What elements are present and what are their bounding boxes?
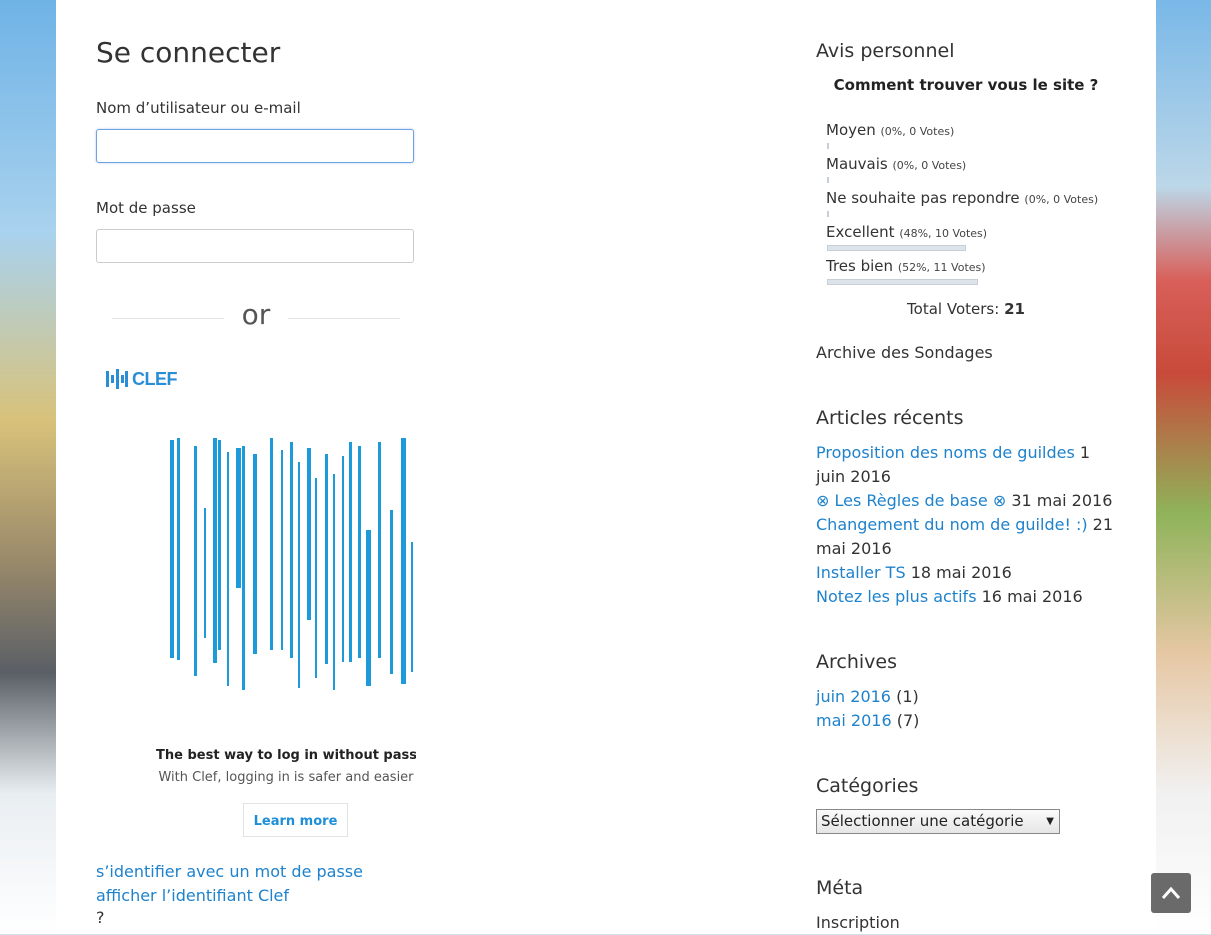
clef-barcode-icon[interactable] <box>170 438 416 690</box>
dropdown-arrow-icon: ▼ <box>1046 816 1054 827</box>
recent-posts-title: Articles récents <box>816 407 964 429</box>
list-item: mai 2016 (7) <box>816 709 1116 733</box>
recent-post-link[interactable]: Proposition des noms de guildes <box>816 443 1075 462</box>
poll-option-stats: (0%, 0 Votes) <box>880 125 955 138</box>
clef-bars-icon <box>106 369 128 389</box>
poll-bar <box>827 245 966 251</box>
poll-option: Moyen (0%, 0 Votes) <box>826 121 954 139</box>
or-divider: or <box>112 298 400 338</box>
poll-option-stats: (52%, 11 Votes) <box>897 261 986 274</box>
alt-login-question-mark: ? <box>96 908 105 927</box>
category-select-value: Sélectionner une catégorie <box>821 812 1024 830</box>
poll-option: Tres bien (52%, 11 Votes) <box>826 257 986 275</box>
poll-option-label: Moyen <box>826 121 876 139</box>
username-label: Nom d’utilisateur ou e-mail <box>96 99 301 117</box>
alt-login-link[interactable]: s’identifier avec un mot de passe affich… <box>96 860 416 908</box>
list-item: ⊗ Les Règles de base ⊗ 31 mai 2016 <box>816 489 1116 513</box>
archives-title: Archives <box>816 651 897 673</box>
recent-post-date: 16 mai 2016 <box>981 587 1083 606</box>
background-art-left <box>0 0 56 934</box>
clef-logo: CLEF <box>106 368 178 390</box>
list-item: Changement du nom de guilde! :) 21 mai 2… <box>816 513 1116 561</box>
poll-option-stats: (0%, 0 Votes) <box>892 159 967 172</box>
recent-post-link[interactable]: Changement du nom de guilde! :) <box>816 515 1088 534</box>
scroll-to-top-button[interactable] <box>1151 873 1191 913</box>
poll-bar <box>827 279 978 285</box>
poll-option-label: Tres bien <box>826 257 894 275</box>
recent-post-link[interactable]: Installer TS <box>816 563 906 582</box>
poll-option-label: Excellent <box>826 223 895 241</box>
poll-option: Excellent (48%, 10 Votes) <box>826 223 987 241</box>
category-select[interactable]: Sélectionner une catégorie ▼ <box>816 809 1060 834</box>
clef-headline: The best way to log in without passwor <box>156 748 416 763</box>
poll-option-stats: (0%, 0 Votes) <box>1024 193 1099 206</box>
archives-list: juin 2016 (1) mai 2016 (7) <box>816 685 1116 733</box>
poll-option-label: Ne souhaite pas repondre <box>826 189 1020 207</box>
categories-title: Catégories <box>816 775 919 797</box>
recent-post-link[interactable]: Notez les plus actifs <box>816 587 977 606</box>
archive-link[interactable]: mai 2016 <box>816 711 892 730</box>
poll-bar <box>827 143 829 149</box>
archive-count: (7) <box>896 711 920 730</box>
recent-post-date: 31 mai 2016 <box>1011 491 1113 510</box>
username-input[interactable] <box>96 129 414 163</box>
or-text: or <box>241 298 271 331</box>
learn-more-button[interactable]: Learn more <box>243 803 348 837</box>
meta-title: Méta <box>816 877 864 899</box>
poll-bar <box>827 211 829 217</box>
recent-post-link[interactable]: ⊗ Les Règles de base ⊗ <box>816 491 1006 510</box>
poll-bar <box>827 177 829 183</box>
list-item: Installer TS 18 mai 2016 <box>816 561 1116 585</box>
poll-option: Ne souhaite pas repondre (0%, 0 Votes) <box>826 189 1098 207</box>
meta-register-link[interactable]: Inscription <box>816 911 1116 935</box>
poll-total-label: Total Voters: <box>907 300 1000 318</box>
clef-subtext: With Clef, logging in is safer and easie… <box>158 770 414 785</box>
poll-total-value: 21 <box>1004 300 1025 318</box>
archive-count: (1) <box>896 687 919 706</box>
poll-option-stats: (48%, 10 Votes) <box>899 227 988 240</box>
list-item: Notez les plus actifs 16 mai 2016 <box>816 585 1116 609</box>
poll-widget-title: Avis personnel <box>816 40 955 62</box>
password-input[interactable] <box>96 229 414 263</box>
list-item: Proposition des noms de guildes 1 juin 2… <box>816 441 1116 489</box>
background-art-right <box>1156 0 1211 934</box>
password-label: Mot de passe <box>96 199 196 217</box>
archive-link[interactable]: juin 2016 <box>816 687 891 706</box>
poll-question: Comment trouver vous le site ? <box>833 76 1099 94</box>
poll-option-label: Mauvais <box>826 155 888 173</box>
recent-post-date: 18 mai 2016 <box>910 563 1012 582</box>
page-content: Se connecter Nom d’utilisateur ou e-mail… <box>56 0 1156 934</box>
login-title: Se connecter <box>96 36 281 69</box>
clef-logo-text: CLEF <box>132 368 178 389</box>
recent-posts-list: Proposition des noms de guildes 1 juin 2… <box>816 441 1116 609</box>
list-item: juin 2016 (1) <box>816 685 1116 709</box>
chevron-up-icon <box>1161 886 1181 899</box>
poll-archive-link[interactable]: Archive des Sondages <box>816 341 1116 365</box>
poll-option: Mauvais (0%, 0 Votes) <box>826 155 966 173</box>
poll-total: Total Voters: 21 <box>816 300 1116 318</box>
